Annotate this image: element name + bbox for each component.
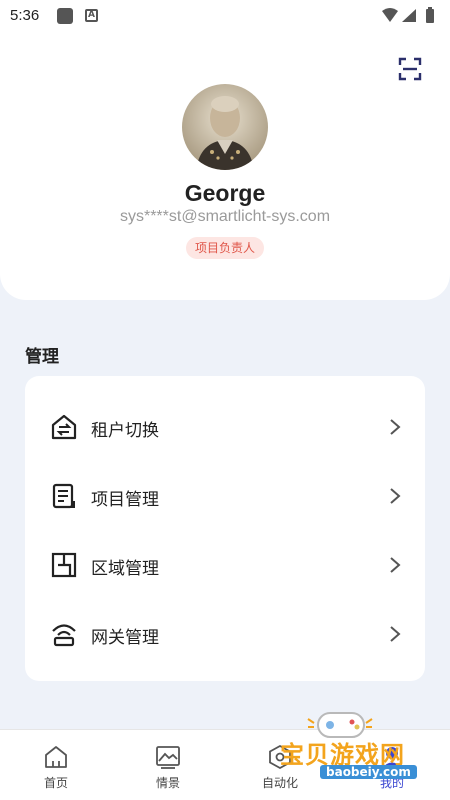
menu-item-gateway-management[interactable]: 网关管理 xyxy=(25,599,425,667)
chevron-right-icon xyxy=(390,419,401,435)
status-time: 5:36 xyxy=(10,7,40,24)
menu-item-project-management[interactable]: 项目管理 xyxy=(25,461,425,529)
scene-icon xyxy=(156,746,180,769)
user-name: George xyxy=(184,180,266,206)
gateway-icon xyxy=(52,624,76,647)
tab-label: 首页 xyxy=(43,776,68,790)
menu-item-tenant-switch[interactable]: 租户切换 xyxy=(25,392,425,460)
menu-item-area-management[interactable]: 区域管理 xyxy=(25,530,425,598)
app-notification-icon: A xyxy=(85,9,98,22)
project-icon xyxy=(52,483,75,509)
status-bar: 5:36 A xyxy=(0,0,450,32)
chevron-right-icon xyxy=(390,626,401,642)
management-section-title: 管理 xyxy=(25,347,59,367)
avatar[interactable] xyxy=(182,84,268,170)
status-indicators-icon xyxy=(382,7,434,23)
menu-item-label: 网关管理 xyxy=(91,628,159,648)
management-card: 租户切换 项目管理 区域管理 网关管理 xyxy=(25,376,425,681)
menu-item-label: 租户切换 xyxy=(91,421,159,441)
notification-icon xyxy=(57,8,73,24)
tab-label: 情景 xyxy=(155,776,180,790)
watermark-url: baobeiy.com xyxy=(320,765,417,779)
user-email: sys****st@smartlicht-sys.com xyxy=(119,208,331,225)
chevron-right-icon xyxy=(390,488,401,504)
tab-home[interactable]: 首页 xyxy=(0,730,112,800)
tenant-switch-icon xyxy=(51,414,77,440)
role-badge: 项目负责人 xyxy=(186,237,264,259)
home-icon xyxy=(45,746,67,768)
chevron-right-icon xyxy=(390,557,401,573)
scan-icon[interactable] xyxy=(398,57,422,81)
area-icon xyxy=(51,552,77,578)
menu-item-label: 区域管理 xyxy=(91,559,159,579)
menu-item-label: 项目管理 xyxy=(91,490,159,510)
tab-scene[interactable]: 情景 xyxy=(112,730,224,800)
